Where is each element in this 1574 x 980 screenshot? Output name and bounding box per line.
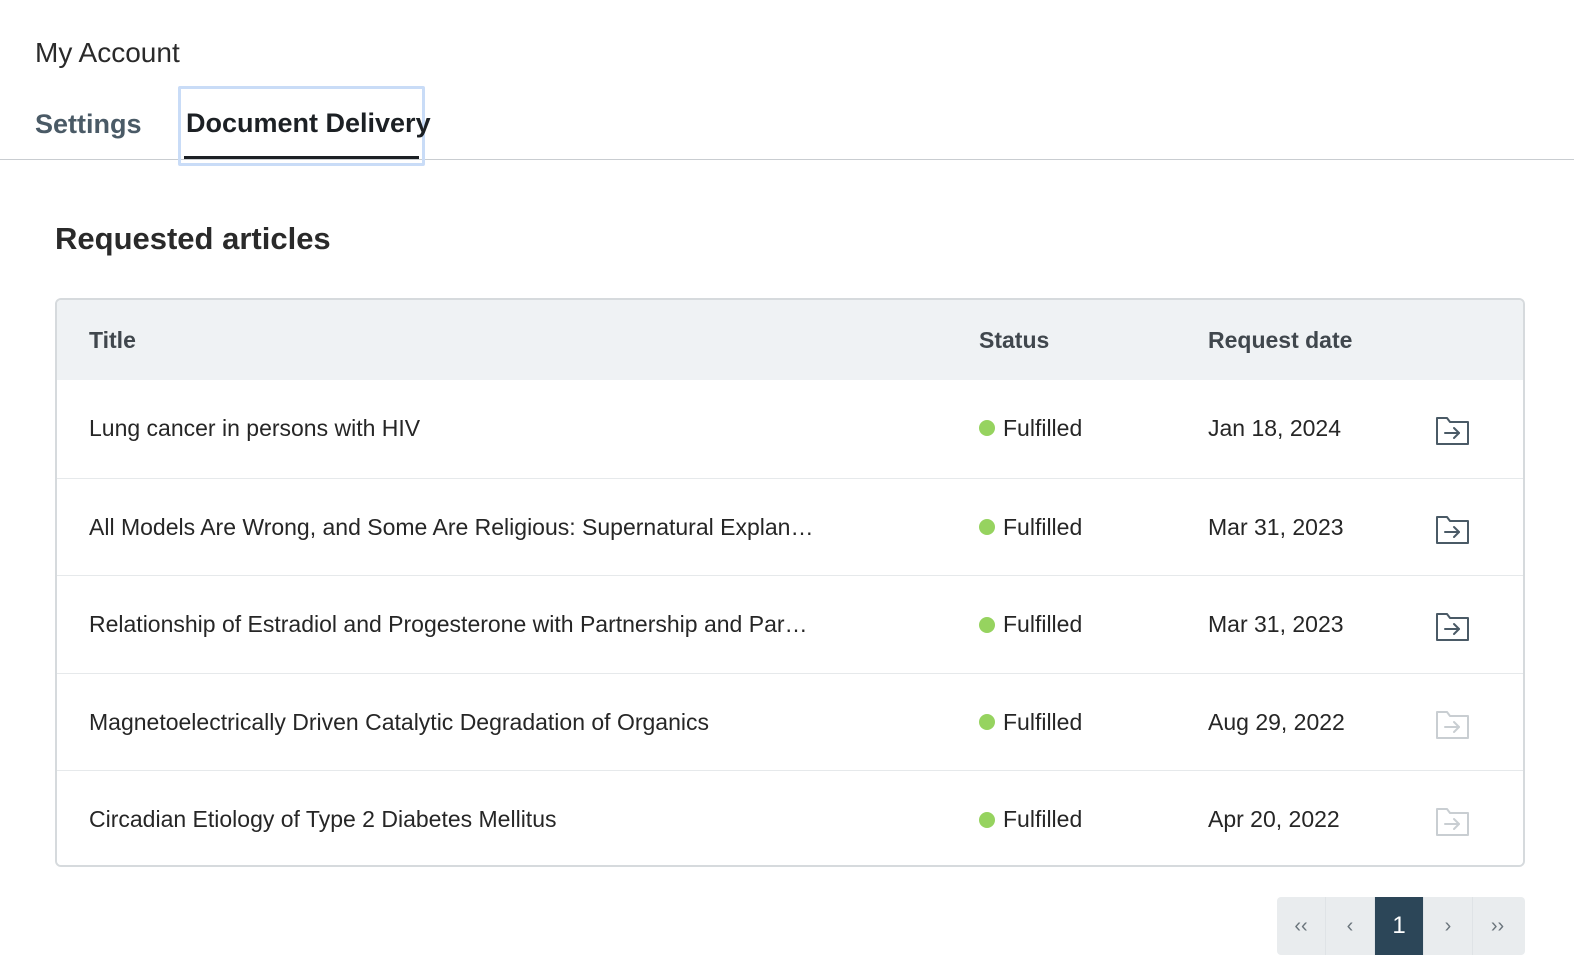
column-header-request-date[interactable]: Request date xyxy=(1208,300,1352,380)
status-label: Fulfilled xyxy=(1003,611,1083,638)
table-body: Lung cancer in persons with HIV Fulfilled… xyxy=(57,380,1523,865)
open-folder-arrow-icon xyxy=(1436,613,1469,642)
tab-document-delivery-label: Document Delivery xyxy=(186,108,431,138)
open-folder-arrow-icon xyxy=(1436,515,1469,544)
table-row[interactable]: Relationship of Estradiol and Progestero… xyxy=(57,575,1523,673)
article-title: Magnetoelectrically Driven Catalytic Deg… xyxy=(89,708,710,735)
table-row[interactable]: Circadian Etiology of Type 2 Diabetes Me… xyxy=(57,770,1523,865)
request-date: Mar 31, 2023 xyxy=(1208,611,1344,638)
status-cell: Fulfilled xyxy=(979,380,1082,477)
article-title: Relationship of Estradiol and Progestero… xyxy=(89,611,808,638)
status-cell: Fulfilled xyxy=(979,674,1082,771)
status-cell: Fulfilled xyxy=(979,771,1083,865)
last-page-button[interactable]: ›› xyxy=(1473,897,1522,955)
tab-document-delivery[interactable]: Document Delivery xyxy=(178,86,431,166)
request-date: Mar 31, 2023 xyxy=(1208,513,1344,540)
requested-articles-table: Title Status Request date Lung cancer in… xyxy=(55,298,1525,867)
section-title: Requested articles xyxy=(55,221,331,256)
request-date: Jan 18, 2024 xyxy=(1208,415,1342,441)
table-header: Title Status Request date xyxy=(57,300,1523,380)
status-label: Fulfilled xyxy=(1003,415,1083,441)
current-page-button[interactable]: 1 xyxy=(1375,897,1424,955)
column-header-title[interactable]: Title xyxy=(89,300,136,380)
table-row[interactable]: Lung cancer in persons with HIV Fulfilled… xyxy=(57,380,1523,478)
page-title: My Account xyxy=(35,37,180,68)
article-title: Lung cancer in persons with HIV xyxy=(89,415,421,441)
status-dot-icon xyxy=(979,714,995,731)
next-page-button[interactable]: › xyxy=(1424,897,1473,955)
status-dot-icon xyxy=(979,420,995,437)
column-header-status[interactable]: Status xyxy=(979,300,1049,380)
open-document-button[interactable] xyxy=(1435,513,1471,545)
request-date: Aug 29, 2022 xyxy=(1208,708,1345,735)
status-dot-icon xyxy=(979,616,995,633)
article-title: All Models Are Wrong, and Some Are Relig… xyxy=(89,513,814,540)
open-document-button[interactable] xyxy=(1435,414,1471,446)
open-document-button xyxy=(1435,708,1471,740)
first-page-button[interactable]: ‹‹ xyxy=(1277,897,1326,955)
active-tab-indicator xyxy=(184,156,419,159)
table-row[interactable]: All Models Are Wrong, and Some Are Relig… xyxy=(57,477,1523,576)
open-document-button xyxy=(1435,805,1471,837)
status-label: Fulfilled xyxy=(1003,708,1083,735)
open-document-button[interactable] xyxy=(1435,610,1471,642)
status-label: Fulfilled xyxy=(1003,513,1083,540)
status-dot-icon xyxy=(979,811,995,828)
status-cell: Fulfilled xyxy=(979,576,1082,673)
tab-bar: Settings Document Delivery xyxy=(0,86,1574,166)
status-cell: Fulfilled xyxy=(979,479,1082,576)
pagination: ‹‹ ‹ 1 › ›› xyxy=(1277,897,1525,955)
open-folder-arrow-icon xyxy=(1436,808,1469,837)
previous-page-button[interactable]: ‹ xyxy=(1326,897,1375,955)
table-row[interactable]: Magnetoelectrically Driven Catalytic Deg… xyxy=(57,672,1523,771)
open-folder-arrow-icon xyxy=(1436,710,1469,739)
status-label: Fulfilled xyxy=(1003,806,1083,833)
open-folder-arrow-icon xyxy=(1436,417,1469,445)
tab-settings[interactable]: Settings xyxy=(35,88,142,160)
status-dot-icon xyxy=(979,519,995,536)
request-date: Apr 20, 2022 xyxy=(1208,806,1340,833)
article-title: Circadian Etiology of Type 2 Diabetes Me… xyxy=(89,806,557,833)
